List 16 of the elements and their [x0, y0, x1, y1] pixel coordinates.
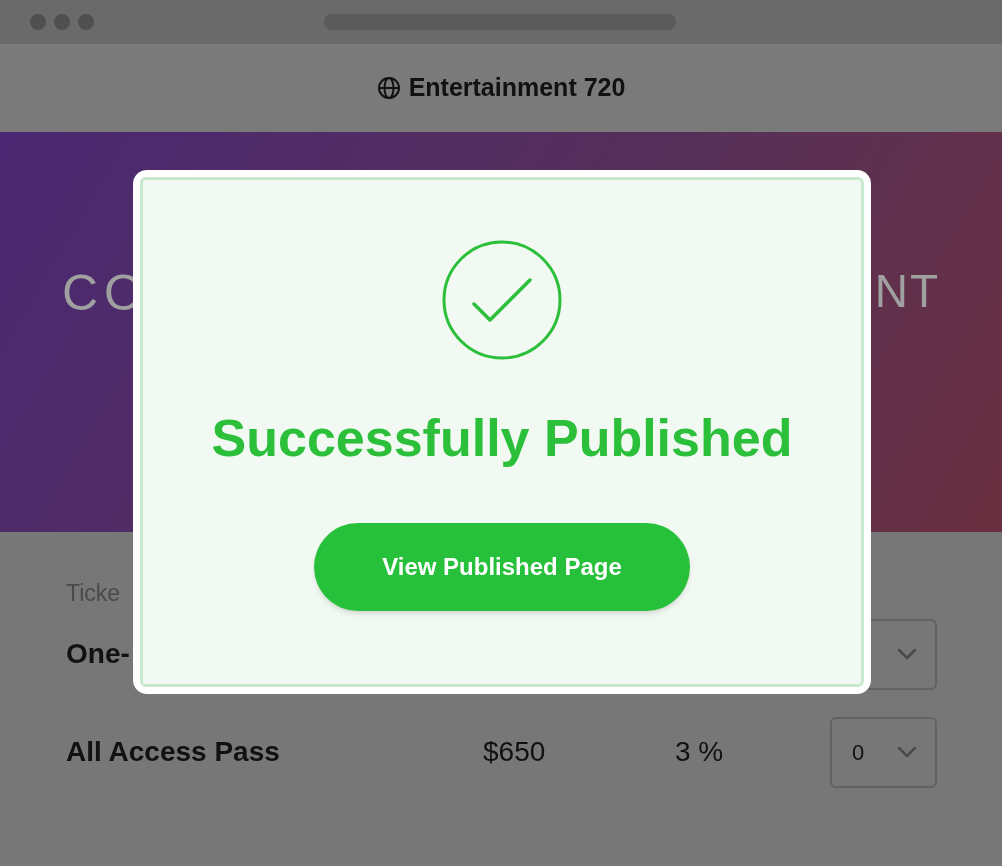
dialog-title: Successfully Published — [211, 408, 793, 469]
view-page-button[interactable]: View Published Page — [314, 523, 690, 611]
window-control-icon[interactable] — [30, 14, 46, 30]
chevron-down-icon — [897, 746, 917, 758]
ticket-fee: 3 % — [675, 736, 724, 767]
globe-icon — [376, 76, 401, 100]
window-control-icon[interactable] — [78, 14, 94, 30]
site-title: Entertainment 720 — [408, 72, 626, 104]
ticket-name: All Access Pass — [66, 735, 281, 769]
ticket-price: $650 — [483, 736, 546, 767]
window-control-icon[interactable] — [54, 14, 70, 30]
ticket-name: One- — [66, 637, 131, 671]
hero-text: NT — [874, 268, 940, 314]
chevron-down-icon — [897, 648, 917, 660]
quantity-dropdown[interactable]: 0 — [830, 716, 937, 788]
checkmark-icon — [442, 240, 562, 360]
